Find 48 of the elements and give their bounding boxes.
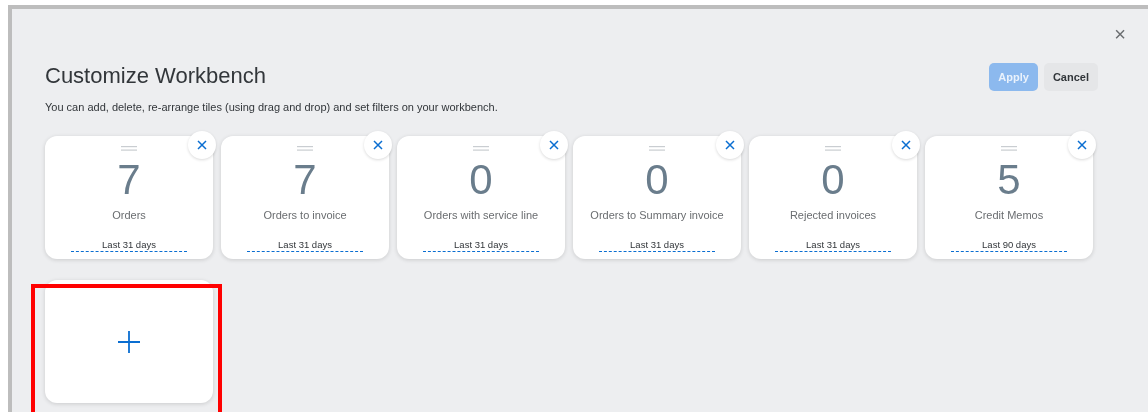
remove-button[interactable] xyxy=(364,131,392,159)
remove-button[interactable] xyxy=(892,131,920,159)
tile-label: Credit Memos xyxy=(974,209,1044,221)
remove-button[interactable] xyxy=(540,131,568,159)
close-icon xyxy=(373,140,383,150)
filter-link[interactable]: Last 31 days xyxy=(599,239,715,252)
filter-link[interactable]: Last 31 days xyxy=(775,239,891,252)
remove-button[interactable] xyxy=(188,131,216,159)
tile-label: Orders xyxy=(112,209,146,221)
plus-icon xyxy=(118,330,140,353)
close-icon xyxy=(901,140,911,150)
drag-handle-icon[interactable] xyxy=(1001,146,1017,151)
tile-value: 7 xyxy=(293,157,317,203)
drag-handle-icon[interactable] xyxy=(121,146,137,151)
tile-value: 0 xyxy=(645,157,669,203)
kpi-tile[interactable]: 0 Orders to Summary invoice Last 31 days xyxy=(573,136,741,259)
filter-link[interactable]: Last 31 days xyxy=(247,239,363,252)
close-icon xyxy=(197,140,207,150)
tile-value: 5 xyxy=(997,157,1021,203)
filter-link[interactable]: Last 31 days xyxy=(423,239,539,252)
tile-label: Orders to invoice xyxy=(263,209,347,221)
kpi-tile[interactable]: 0 Orders with service line Last 31 days xyxy=(397,136,565,259)
close-icon xyxy=(725,140,735,150)
tile-value: 7 xyxy=(117,157,141,203)
filter-link[interactable]: Last 31 days xyxy=(71,239,187,252)
drag-handle-icon[interactable] xyxy=(825,146,841,151)
drag-handle-icon[interactable] xyxy=(473,146,489,151)
kpi-tile[interactable]: 0 Rejected invoices Last 31 days xyxy=(749,136,917,259)
kpi-tile[interactable]: 7 Orders Last 31 days xyxy=(45,136,213,259)
close-icon xyxy=(549,140,559,150)
filter-link[interactable]: Last 90 days xyxy=(951,239,1067,252)
kpi-tile[interactable]: 5 Credit Memos Last 90 days xyxy=(925,136,1093,259)
close-button[interactable]: × xyxy=(1110,23,1130,46)
remove-button[interactable] xyxy=(1068,131,1096,159)
tile-label: Rejected invoices xyxy=(789,209,877,221)
dialog-title: Customize Workbench xyxy=(45,63,266,89)
add-tile-button[interactable] xyxy=(45,280,213,403)
drag-handle-icon[interactable] xyxy=(297,146,313,151)
kpi-tile[interactable]: 7 Orders to invoice Last 31 days xyxy=(221,136,389,259)
description-text: You can add, delete, re-arrange tiles (using drag and drop) and set filters on your workbench. xyxy=(45,101,499,113)
cancel-button[interactable]: Cancel xyxy=(1043,63,1098,91)
remove-button[interactable] xyxy=(716,131,744,159)
tile-value: 0 xyxy=(821,157,845,203)
tile-label: Orders to Summary invoice xyxy=(590,209,724,221)
tile-label: Orders with service line xyxy=(423,209,539,221)
drag-handle-icon[interactable] xyxy=(649,146,665,151)
tile-value: 0 xyxy=(469,157,493,203)
close-icon xyxy=(1077,140,1087,150)
